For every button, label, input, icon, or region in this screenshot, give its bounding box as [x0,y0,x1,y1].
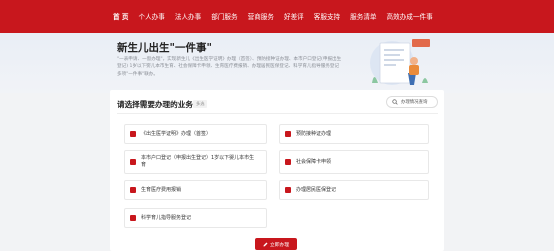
service-card-label: 科学育儿指导服务登记 [141,215,192,221]
service-card[interactable]: 《出生医学证明》办理（首签） [124,124,267,144]
document-icon [285,159,291,165]
document-icon [130,159,136,165]
document-icon [130,215,136,221]
nav-item-department[interactable]: 部门服务 [211,11,237,23]
multi-select-tag: 多选 [193,100,208,108]
pen-icon [263,242,268,246]
top-navigation-bar: 首 页 个人办事 法人办事 部门服务 营商服务 好差评 客服支持 服务清单 高效… [0,0,554,33]
service-card-label: 《出生医学证明》办理（首签） [141,131,212,137]
document-icon [130,131,136,137]
nav-item-service-list[interactable]: 服务清单 [350,11,376,23]
nav-item-one-thing[interactable]: 高效办成一件事 [387,11,433,23]
service-card[interactable]: 社会保障卡申领 [279,150,429,174]
service-card-label: 办理居民医保登记 [296,187,337,193]
status-query-label: 办理情况查询 [401,100,428,105]
nav-item-personal[interactable]: 个人办事 [138,11,164,23]
nav-item-home[interactable]: 首 页 [113,11,128,23]
service-card[interactable]: 科学育儿指导服务登记 [124,208,267,228]
section-title: 请选择需要办理的业务 [117,100,193,109]
search-icon [392,99,398,105]
nav-item-business[interactable]: 营商服务 [248,11,274,23]
service-card[interactable]: 办理居民医保登记 [279,180,429,200]
service-card-label: 社会保障卡申领 [296,159,332,165]
service-card[interactable]: 本市户口登记（申报出生登记）1岁以下婴儿本市生育 [124,150,267,174]
status-query-button[interactable]: 办理情况查询 [386,96,438,108]
nav-item-support[interactable]: 客服支持 [314,11,340,23]
service-card-label: 预防接种证办理 [296,131,332,137]
hero-illustration [370,39,430,85]
main-nav: 首 页 个人办事 法人办事 部门服务 营商服务 好差评 客服支持 服务清单 高效… [113,11,443,23]
section-divider [117,113,438,114]
service-card[interactable]: 生育医疗费用报销 [124,180,267,200]
document-icon [285,187,291,193]
document-icon [285,131,291,137]
page-description: "一表申请、一窗办理"，实现新生儿《出生医学证明》办理（首签）、预防接种证办理、… [117,57,342,77]
page-title: 新生儿出生"一件事" [117,42,212,54]
nav-item-corporate[interactable]: 法人办事 [175,11,201,23]
service-card-label: 本市户口登记（申报出生登记）1岁以下婴儿本市生育 [141,155,255,169]
nav-item-review[interactable]: 好差评 [284,11,304,23]
document-icon [130,187,136,193]
service-card[interactable]: 预防接种证办理 [279,124,429,144]
submit-label: 立即办理 [269,242,290,248]
service-card-label: 生育医疗费用报销 [141,187,182,193]
submit-button[interactable]: 立即办理 [255,238,297,250]
